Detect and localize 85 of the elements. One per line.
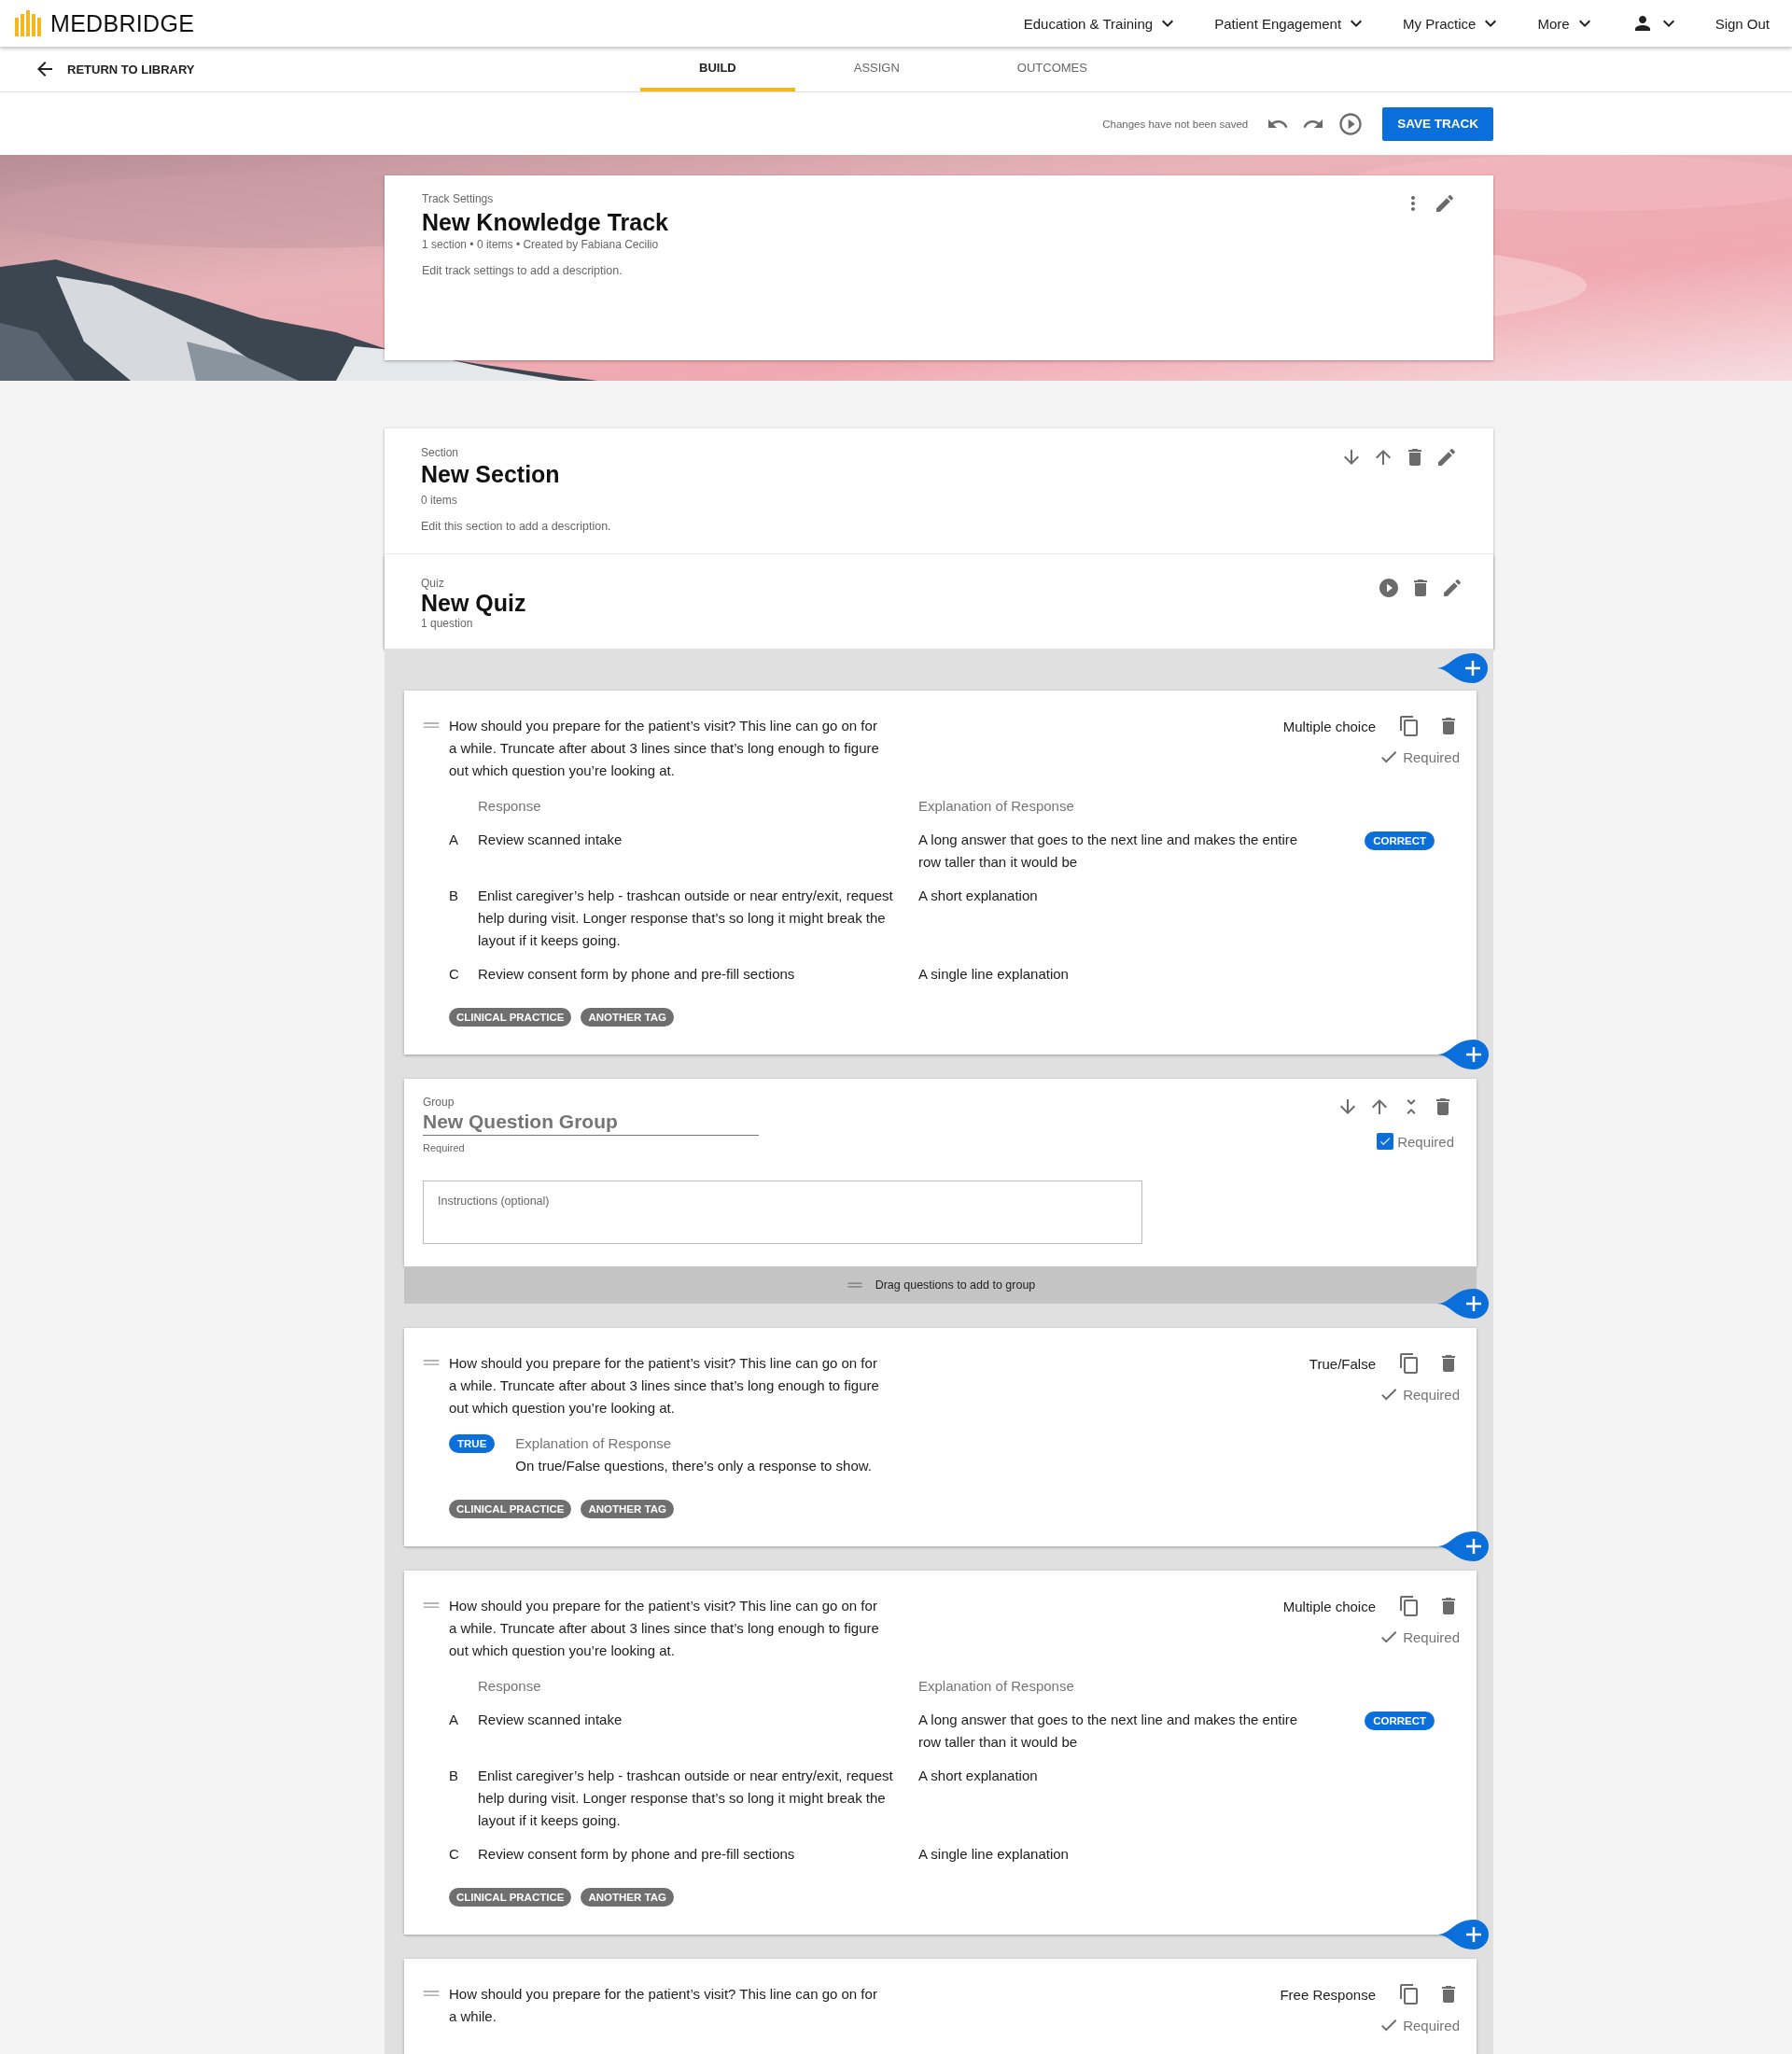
correct-badge: CORRECT xyxy=(1365,831,1435,850)
item-count: 0 items xyxy=(421,494,458,507)
card-label: Section xyxy=(421,446,460,459)
field-hint: Required xyxy=(423,1142,466,1153)
tab[interactable]: ASSIGN xyxy=(794,47,959,91)
tag: ANOTHER TAG xyxy=(581,1008,674,1027)
nav-menu[interactable]: More xyxy=(1537,12,1596,35)
explanation-text: A single line explanation xyxy=(918,1845,1070,1864)
response-text: Review consent form by phone and pre-fill sections xyxy=(478,1845,796,1864)
tag: CLINICAL PRACTICE xyxy=(449,1500,572,1518)
explanation-text: A long answer that goes to the next line and makes the entire row taller than it would be xyxy=(918,831,1299,872)
tag: CLINICAL PRACTICE xyxy=(449,1888,572,1907)
question-count: 1 question xyxy=(421,617,474,630)
group-title-field[interactable]: New Question Group xyxy=(423,1111,759,1136)
copy-icon[interactable] xyxy=(1398,1595,1421,1617)
option-letter: C xyxy=(449,965,460,984)
option-letter: B xyxy=(449,1767,459,1785)
tag: ANOTHER TAG xyxy=(581,1500,674,1518)
section-title: New Section xyxy=(421,461,561,488)
response-text: Review consent form by phone and pre-fill sections xyxy=(478,965,796,984)
option-letter: A xyxy=(449,1711,459,1729)
explanation-text: A long answer that goes to the next line and makes the entire row taller than it would be xyxy=(918,1711,1299,1752)
explanation-text: A short explanation xyxy=(918,1767,1039,1785)
explanation-text: A single line explanation xyxy=(918,965,1070,984)
copy-icon[interactable] xyxy=(1398,1983,1421,2005)
tab[interactable]: OUTCOMES xyxy=(958,47,1146,91)
tag: ANOTHER TAG xyxy=(581,1888,674,1907)
column-header: Explanation of Response xyxy=(918,797,1075,816)
track-title: New Knowledge Track xyxy=(422,209,669,236)
pencil-icon[interactable] xyxy=(1435,446,1458,468)
question-type-label: True/False xyxy=(1309,1355,1376,1372)
explanation-text: On true/False questions, there’s only a response to show. xyxy=(515,1457,872,1475)
required-label: Required xyxy=(1403,1628,1460,1645)
question-type-label: Multiple choice xyxy=(1282,1598,1376,1614)
required-label: Required xyxy=(1403,2017,1460,2033)
play-icon[interactable] xyxy=(1337,110,1365,137)
logo-icon xyxy=(15,10,43,36)
track-description: Edit track settings to add a description. xyxy=(422,264,623,277)
drop-zone-label: Drag questions to add to group xyxy=(875,1279,1036,1292)
option-letter: A xyxy=(449,831,459,849)
checkbox-label: Required xyxy=(1397,1133,1454,1150)
question-type-label: Multiple choice xyxy=(1282,718,1376,734)
group-label: Group xyxy=(423,1096,455,1109)
drop-zone[interactable]: Drag questions to add to group xyxy=(404,1266,1477,1304)
copy-icon[interactable] xyxy=(1398,715,1421,737)
question-text: How should you prepare for the patient’s visit? This line can go on for a while. Truncate after about 3 lines since that’s long enough to figure out which question you’re looking at. xyxy=(449,1354,880,1418)
save-button[interactable]: SAVE TRACK xyxy=(1382,106,1493,141)
column-header: Explanation of Response xyxy=(515,1434,673,1453)
column-header: Explanation of Response xyxy=(918,1677,1075,1696)
correct-badge: CORRECT xyxy=(1365,1712,1435,1730)
track-meta: 1 section • 0 items • Created by Fabiana Cecilio xyxy=(422,238,660,251)
response-text: Review scanned intake xyxy=(478,831,623,849)
option-letter: C xyxy=(449,1845,460,1864)
tag: CLINICAL PRACTICE xyxy=(449,1008,572,1027)
play-icon[interactable] xyxy=(1378,577,1400,599)
answer-badge: TRUE xyxy=(449,1434,496,1453)
nav-menu[interactable]: Education & Training xyxy=(1023,12,1180,35)
pencil-icon[interactable] xyxy=(1441,577,1463,599)
instructions-field[interactable]: Instructions (optional) xyxy=(423,1181,1142,1244)
explanation-text: A short explanation xyxy=(918,887,1039,905)
copy-icon[interactable] xyxy=(1398,1352,1421,1375)
option-letter: B xyxy=(449,887,459,905)
quiz-title: New Quiz xyxy=(421,590,527,617)
return-link[interactable]: RETURN TO LIBRARY xyxy=(67,62,195,77)
checkbox[interactable] xyxy=(1377,1133,1394,1150)
nav-menu[interactable]: Patient Engagement xyxy=(1214,12,1368,35)
question-text: How should you prepare for the patient’s visit? This line can go on for a while. xyxy=(449,1985,878,2026)
column-header: Response xyxy=(478,797,542,816)
card-label: Track Settings xyxy=(422,192,495,205)
save-status: Changes have not been saved xyxy=(1102,118,1249,130)
required-label: Required xyxy=(1403,748,1460,765)
column-header: Response xyxy=(478,1677,542,1696)
response-text: Review scanned intake xyxy=(478,1711,623,1729)
response-text: Enlist caregiver’s help - trashcan outside or near entry/exit, request help during visit. Longer response that’s so long it might break the layout if it keeps going. xyxy=(478,887,894,950)
question-type-label: Free Response xyxy=(1280,1986,1376,2003)
section-description: Edit this section to add a description. xyxy=(421,520,612,533)
brand-name: MEDBRIDGE xyxy=(50,9,195,37)
required-label: Required xyxy=(1403,1386,1460,1403)
nav-menu[interactable]: My Practice xyxy=(1403,12,1503,35)
response-text: Enlist caregiver’s help - trashcan outside or near entry/exit, request help during visit. Longer response that’s so long it might break the layout if it keeps going. xyxy=(478,1767,894,1830)
card-label: Quiz xyxy=(421,577,445,590)
sign-out-link[interactable]: Sign Out xyxy=(1715,15,1770,32)
pencil-icon[interactable] xyxy=(1434,192,1456,215)
question-text: How should you prepare for the patient’s visit? This line can go on for a while. Truncate after about 3 lines since that’s long enough to figure out which question you’re looking at. xyxy=(449,717,880,780)
question-text: How should you prepare for the patient’s visit? This line can go on for a while. Truncate after about 3 lines since that’s long enough to figure out which question you’re looking at. xyxy=(449,1597,880,1660)
